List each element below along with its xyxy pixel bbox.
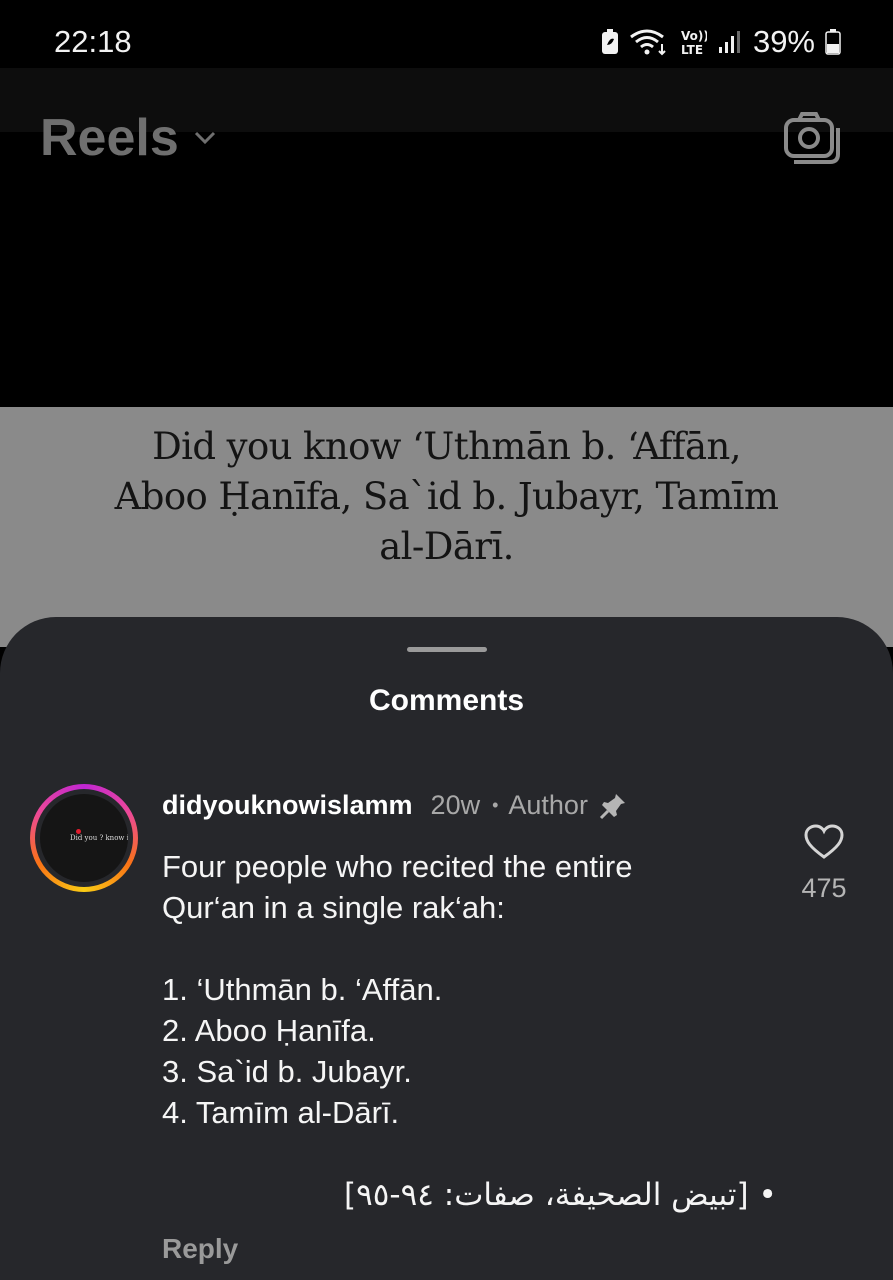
video-caption-line: al-Dārī. (379, 525, 514, 568)
camera-button[interactable] (782, 110, 844, 164)
battery-icon (825, 29, 841, 55)
status-time: 22:18 (54, 24, 132, 59)
reels-title: Reels (40, 109, 179, 167)
battery-saver-icon (601, 29, 618, 54)
avatar-image: Did you ? know islam (40, 794, 128, 882)
reply-button[interactable]: Reply (162, 1233, 238, 1265)
avatar-logo-text: Did you ? know islam (70, 834, 128, 842)
wifi-icon (630, 29, 666, 56)
volte-icon: Vo)) LTE (681, 29, 707, 56)
battery-percent: 39% (752, 24, 815, 59)
sheet-drag-handle[interactable] (407, 647, 487, 652)
avatar[interactable]: Did you ? know islam (30, 784, 138, 892)
heart-icon (804, 824, 844, 859)
status-icons: Vo)) LTE 39% (601, 22, 841, 62)
video-caption-line: Aboo Ḥanīfa, Sa`id b. Jubayr, Tamīm (114, 475, 779, 518)
comment-header: didyouknowislamm 20w • Author (162, 790, 628, 821)
video-caption-line: Did you know ‘Uthmān b. ‘Affān, (152, 425, 741, 468)
svg-text:Vo)): Vo)) (681, 29, 707, 43)
video-caption: Did you know ‘Uthmān b. ‘Affān, Aboo Ḥan… (60, 422, 833, 572)
video-area[interactable] (0, 132, 893, 408)
like-button[interactable]: 475 (796, 824, 852, 904)
comment-username[interactable]: didyouknowislamm (162, 790, 413, 821)
pin-icon (599, 793, 625, 819)
meta-separator: • (492, 795, 499, 815)
reels-title-button[interactable]: Reels (40, 108, 217, 168)
svg-text:LTE: LTE (681, 43, 703, 56)
avatar-border: Did you ? know islam (35, 789, 133, 887)
camera-icon (784, 112, 840, 164)
like-count: 475 (801, 873, 847, 903)
author-label: Author (508, 790, 588, 820)
signal-icon (718, 31, 740, 53)
chevron-down-icon (194, 131, 215, 145)
status-bar: 22:18 Vo)) LTE 39% (0, 0, 893, 68)
comment-text: Four people who recited the entire Qur‘a… (162, 849, 633, 1130)
comment-source-citation: • [تبيض الصحيفة، صفات: ٩٤-٩٥] (344, 1177, 777, 1213)
comment-age: 20w (430, 790, 481, 820)
comments-title: Comments (368, 684, 525, 717)
